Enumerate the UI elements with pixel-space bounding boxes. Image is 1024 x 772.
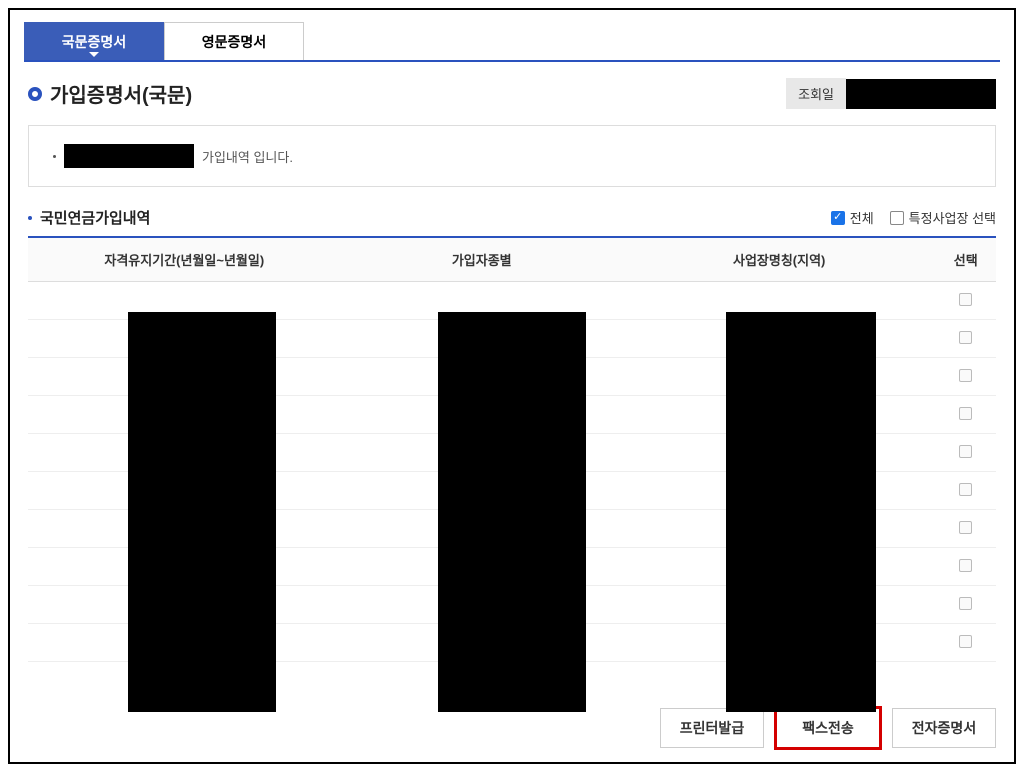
row-checkbox[interactable] bbox=[959, 445, 972, 458]
row-checkbox[interactable] bbox=[959, 559, 972, 572]
lookup-date-box: 조회일 bbox=[786, 78, 996, 109]
th-business: 사업장명칭(지역) bbox=[623, 237, 936, 282]
tab-korean-label: 국문증명서 bbox=[62, 32, 126, 52]
cell-select bbox=[935, 282, 996, 320]
filter-specific-label: 특정사업장 선택 bbox=[909, 208, 996, 227]
tab-english-cert[interactable]: 영문증명서 bbox=[164, 22, 304, 60]
redacted-column-business bbox=[726, 312, 876, 712]
ecert-button-label: 전자증명서 bbox=[912, 718, 976, 738]
cell-select bbox=[935, 548, 996, 586]
row-checkbox[interactable] bbox=[959, 369, 972, 382]
row-checkbox[interactable] bbox=[959, 635, 972, 648]
title-row: 가입증명서(국문) 조회일 bbox=[24, 78, 1000, 109]
info-box: 가입내역 입니다. bbox=[28, 125, 996, 187]
filter-specific[interactable]: 특정사업장 선택 bbox=[890, 208, 996, 227]
redacted-column-type bbox=[438, 312, 586, 712]
print-button-label: 프린터발급 bbox=[680, 718, 744, 738]
row-checkbox[interactable] bbox=[959, 293, 972, 306]
filter-all-label: 전체 bbox=[850, 208, 874, 227]
title-left: 가입증명서(국문) bbox=[28, 79, 192, 108]
cell-select bbox=[935, 358, 996, 396]
checkbox-checked-icon: ✓ bbox=[831, 211, 845, 225]
filter-all[interactable]: ✓ 전체 bbox=[831, 208, 874, 227]
row-checkbox[interactable] bbox=[959, 521, 972, 534]
cell-select bbox=[935, 624, 996, 662]
cell-select bbox=[935, 586, 996, 624]
row-checkbox[interactable] bbox=[959, 597, 972, 610]
page-title: 가입증명서(국문) bbox=[50, 79, 192, 108]
section-title-wrap: 국민연금가입내역 bbox=[28, 207, 150, 228]
th-period: 자격유지기간(년월일~년월일) bbox=[28, 237, 341, 282]
row-checkbox[interactable] bbox=[959, 331, 972, 344]
cell-select bbox=[935, 434, 996, 472]
bullet-dot-icon bbox=[53, 155, 56, 158]
tab-english-label: 영문증명서 bbox=[202, 32, 266, 52]
section-header: 국민연금가입내역 ✓ 전체 특정사업장 선택 bbox=[28, 207, 996, 228]
lookup-date-label: 조회일 bbox=[786, 78, 846, 109]
th-select: 선택 bbox=[935, 237, 996, 282]
checkbox-empty-icon bbox=[890, 211, 904, 225]
filter-checks: ✓ 전체 특정사업장 선택 bbox=[831, 208, 996, 227]
fax-button-label: 팩스전송 bbox=[802, 718, 854, 738]
cell-select bbox=[935, 396, 996, 434]
info-suffix-text: 가입내역 입니다. bbox=[202, 147, 293, 166]
cell-select bbox=[935, 472, 996, 510]
info-name-redacted bbox=[64, 144, 194, 168]
redacted-column-period bbox=[128, 312, 276, 712]
bullet-icon bbox=[28, 87, 42, 101]
section-title: 국민연금가입내역 bbox=[40, 207, 150, 228]
section-dot-icon bbox=[28, 216, 32, 220]
tab-bar: 국문증명서 영문증명서 bbox=[24, 22, 1000, 62]
tab-korean-cert[interactable]: 국문증명서 bbox=[24, 22, 164, 60]
ecert-button[interactable]: 전자증명서 bbox=[892, 708, 996, 748]
row-checkbox[interactable] bbox=[959, 407, 972, 420]
action-bar: 프린터발급 팩스전송 전자증명서 bbox=[660, 708, 996, 748]
cell-select bbox=[935, 510, 996, 548]
th-type: 가입자종별 bbox=[341, 237, 623, 282]
fax-button[interactable]: 팩스전송 bbox=[776, 708, 880, 748]
row-checkbox[interactable] bbox=[959, 483, 972, 496]
table-header-row: 자격유지기간(년월일~년월일) 가입자종별 사업장명칭(지역) 선택 bbox=[28, 237, 996, 282]
main-panel: 국문증명서 영문증명서 가입증명서(국문) 조회일 가입내역 입니다. 국민연금… bbox=[8, 8, 1016, 764]
lookup-date-value-redacted bbox=[846, 79, 996, 109]
cell-select bbox=[935, 320, 996, 358]
print-button[interactable]: 프린터발급 bbox=[660, 708, 764, 748]
